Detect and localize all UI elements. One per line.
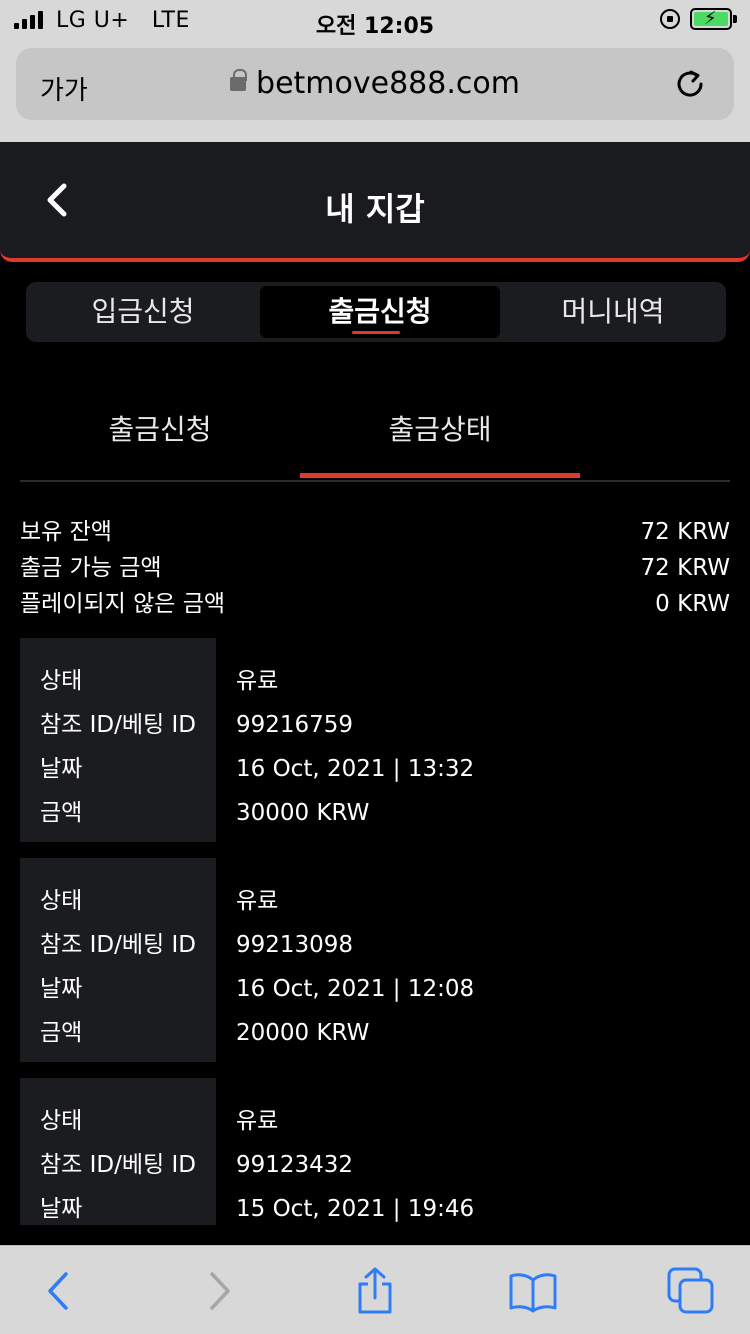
reload-icon[interactable] (672, 66, 708, 102)
url-display[interactable]: betmove888.com (16, 66, 734, 101)
label-amount: 금액 (40, 1020, 83, 1046)
active-subtab-indicator (300, 473, 580, 478)
lock-icon (230, 69, 248, 91)
record-amount: 20000 KRW (236, 1020, 370, 1046)
label-amount: 금액 (40, 800, 83, 826)
tab-money-history[interactable]: 머니내역 (500, 286, 726, 338)
rotation-lock-icon (660, 9, 680, 29)
status-clock: 오전 12:05 (315, 14, 435, 39)
label-ref: 참조 ID/베팅 ID (40, 932, 196, 958)
summary-row-unplayed: 플레이되지 않은 금액 0 KRW (20, 586, 730, 622)
withdraw-subtabs: 출금신청 출금상태 (20, 388, 730, 482)
record-status: 유료 (236, 1108, 279, 1134)
summary-value: 0 KRW (655, 591, 730, 617)
status-bar: LG U+ LTE 오전 12:05 ⚡ (0, 0, 750, 42)
label-date: 날짜 (40, 976, 83, 1002)
browser-chrome-top: LG U+ LTE 오전 12:05 ⚡ 가가 betmove888.com (0, 0, 750, 142)
app-header: 내 지갑 (0, 142, 750, 262)
withdrawal-record: 상태 참조 ID/베팅 ID 날짜 금액 유료 99213098 16 Oct,… (20, 858, 730, 1062)
scroll-clip (0, 1225, 750, 1245)
tab-withdraw-label: 출금신청 (328, 295, 432, 328)
tab-money-history-label: 머니내역 (561, 295, 665, 328)
battery-tip (733, 15, 737, 23)
record-ref-id: 99216759 (236, 712, 354, 738)
record-date: 16 Oct, 2021 | 12:08 (236, 976, 475, 1002)
share-icon[interactable] (350, 1266, 400, 1316)
withdrawal-record: 상태 참조 ID/베팅 ID 날짜 금액 유료 99216759 16 Oct,… (20, 638, 730, 842)
subtab-withdraw-request[interactable]: 출금신청 (20, 408, 300, 448)
record-status: 유료 (236, 668, 279, 694)
chevron-right-icon[interactable] (194, 1266, 244, 1316)
tab-deposit-label: 입금신청 (91, 295, 195, 328)
summary-value: 72 KRW (640, 555, 730, 581)
record-status: 유료 (236, 888, 279, 914)
label-status: 상태 (40, 1108, 83, 1134)
label-date: 날짜 (40, 756, 83, 782)
summary-label: 플레이되지 않은 금액 (20, 591, 226, 617)
charging-icon: ⚡ (704, 8, 717, 29)
label-ref: 참조 ID/베팅 ID (40, 712, 196, 738)
label-ref: 참조 ID/베팅 ID (40, 1152, 196, 1178)
bookmarks-icon[interactable] (508, 1266, 558, 1316)
page-title: 내 지갑 (325, 190, 425, 228)
label-status: 상태 (40, 668, 83, 694)
tab-deposit[interactable]: 입금신청 (30, 286, 256, 338)
address-bar[interactable]: 가가 betmove888.com (16, 48, 734, 120)
active-tab-underline (352, 331, 400, 334)
summary-row-balance: 보유 잔액 72 KRW (20, 514, 730, 550)
summary-value: 72 KRW (640, 519, 730, 545)
tabs-icon[interactable] (666, 1266, 716, 1316)
record-amount: 30000 KRW (236, 800, 370, 826)
tab-withdraw[interactable]: 출금신청 (260, 286, 500, 338)
record-date: 15 Oct, 2021 | 19:46 (236, 1196, 475, 1222)
chevron-left-icon[interactable] (34, 1266, 84, 1316)
label-status: 상태 (40, 888, 83, 914)
summary-label: 출금 가능 금액 (20, 555, 162, 581)
url-text: betmove888.com (256, 66, 520, 101)
subtab-withdraw-status[interactable]: 출금상태 (300, 408, 580, 448)
record-ref-id: 99213098 (236, 932, 354, 958)
balance-summary: 보유 잔액 72 KRW 출금 가능 금액 72 KRW 플레이되지 않은 금액… (20, 514, 730, 622)
wallet-tabs: 입금신청 출금신청 머니내역 (26, 282, 726, 342)
battery-icon: ⚡ (690, 8, 732, 30)
record-date: 16 Oct, 2021 | 13:32 (236, 756, 475, 782)
browser-toolbar (0, 1245, 750, 1334)
summary-label: 보유 잔액 (20, 519, 112, 545)
record-ref-id: 99123432 (236, 1152, 354, 1178)
label-date: 날짜 (40, 1196, 83, 1222)
summary-row-withdrawable: 출금 가능 금액 72 KRW (20, 550, 730, 586)
